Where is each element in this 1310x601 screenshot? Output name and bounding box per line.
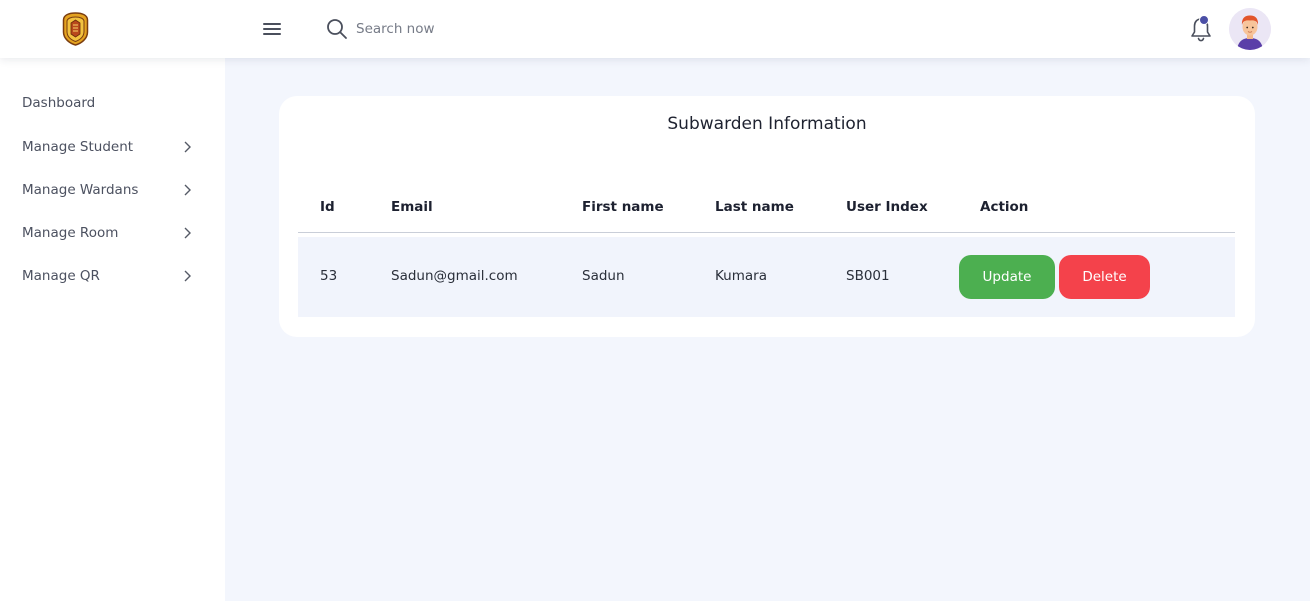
sidebar-item-manage-qr[interactable]: Manage QR bbox=[22, 264, 192, 288]
cell-email: Sadun@gmail.com bbox=[391, 268, 518, 284]
column-header-id: Id bbox=[320, 199, 335, 215]
notification-dot bbox=[1199, 15, 1209, 25]
sidebar-item-label: Manage Wardans bbox=[22, 182, 139, 198]
sidebar-item-label: Manage QR bbox=[22, 268, 100, 284]
search-input[interactable] bbox=[356, 16, 656, 42]
cell-last-name: Kumara bbox=[715, 268, 767, 284]
logo-crest-icon[interactable] bbox=[62, 12, 89, 46]
chevron-right-icon bbox=[184, 184, 191, 196]
cell-user-index: SB001 bbox=[846, 268, 890, 284]
search-icon[interactable] bbox=[326, 18, 348, 40]
hamburger-menu-icon[interactable] bbox=[262, 20, 284, 40]
column-header-user-index: User Index bbox=[846, 199, 928, 215]
page-title: Subwarden Information bbox=[667, 114, 867, 134]
subwarden-card: Subwarden Information Id Email First nam… bbox=[279, 96, 1255, 337]
cell-first-name: Sadun bbox=[582, 268, 625, 284]
table-row: 53 Sadun@gmail.com Sadun Kumara SB001 Up… bbox=[298, 237, 1235, 317]
sidebar-item-label: Manage Room bbox=[22, 225, 119, 241]
sidebar-item-label: Dashboard bbox=[22, 95, 96, 111]
sidebar-item-manage-room[interactable]: Manage Room bbox=[22, 221, 192, 245]
delete-button[interactable]: Delete bbox=[1059, 255, 1150, 299]
sidebar-item-manage-student[interactable]: Manage Student bbox=[22, 135, 192, 159]
chevron-right-icon bbox=[184, 141, 191, 153]
sidebar-item-manage-wardans[interactable]: Manage Wardans bbox=[22, 178, 192, 202]
sidebar-item-label: Manage Student bbox=[22, 139, 134, 155]
sidebar: Dashboard Manage Student Manage Wardans … bbox=[0, 58, 225, 601]
avatar[interactable] bbox=[1229, 8, 1271, 50]
column-header-first-name: First name bbox=[582, 199, 664, 215]
chevron-right-icon bbox=[184, 270, 191, 282]
table-header: Id Email First name Last name User Index… bbox=[298, 192, 1235, 233]
sidebar-item-dashboard[interactable]: Dashboard bbox=[22, 91, 192, 115]
cell-id: 53 bbox=[320, 268, 338, 284]
chevron-right-icon bbox=[184, 227, 191, 239]
top-header bbox=[0, 0, 1310, 58]
column-header-last-name: Last name bbox=[715, 199, 794, 215]
column-header-email: Email bbox=[391, 199, 433, 215]
update-button[interactable]: Update bbox=[959, 255, 1055, 299]
column-header-action: Action bbox=[980, 199, 1029, 215]
